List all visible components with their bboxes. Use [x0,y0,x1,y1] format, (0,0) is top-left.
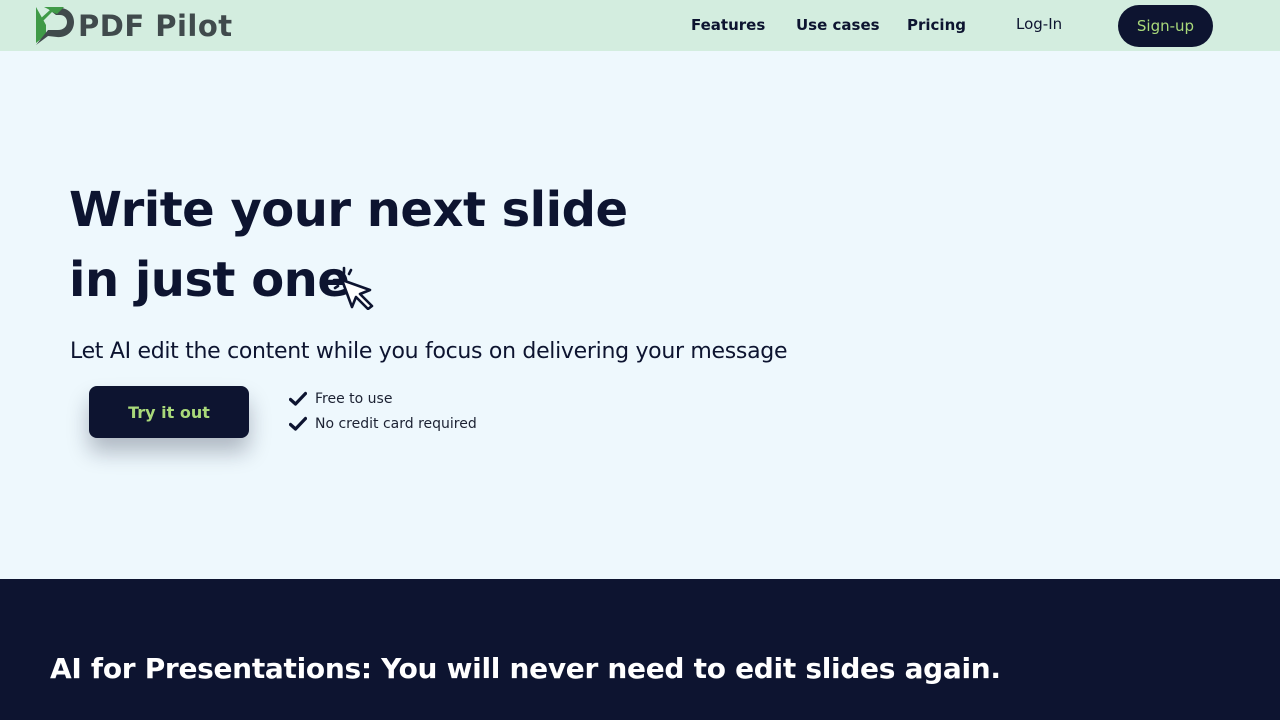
navbar: PDF Pilot Features Use cases Pricing Log… [0,0,1280,51]
cursor-click-icon [332,266,374,310]
hero-headline-line-1: Write your next slide [69,182,628,238]
try-it-out-button[interactable]: Try it out [89,386,249,438]
features-section: AI for Presentations: You will never nee… [0,579,1280,720]
perk-label: No credit card required [315,416,477,432]
check-icon [289,416,307,431]
nav-link-features[interactable]: Features [691,16,765,34]
perk-item: Free to use [289,391,392,407]
signup-button[interactable]: Sign-up [1118,5,1213,47]
perk-label: Free to use [315,391,393,407]
check-icon [289,391,307,406]
brand-name: PDF Pilot [78,9,233,43]
nav-link-pricing[interactable]: Pricing [907,16,966,34]
hero-subheadline: Let AI edit the content while you focus … [70,339,788,364]
section-title: AI for Presentations: You will never nee… [50,652,1001,685]
hero-headline-line-2: in just one [69,252,350,308]
brand-logo[interactable]: PDF Pilot [34,5,233,47]
login-link[interactable]: Log-In [1016,15,1062,33]
logo-icon [36,7,74,45]
perk-item: No credit card required [289,416,477,432]
nav-link-use-cases[interactable]: Use cases [796,16,880,34]
